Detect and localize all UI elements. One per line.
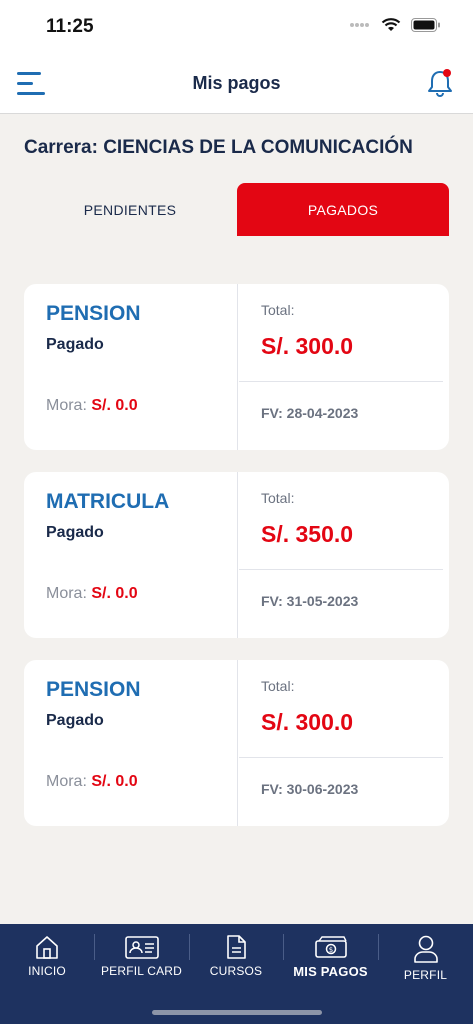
nav-item-perfil-card[interactable]: PERFIL CARD [94,924,189,994]
card-divider [239,381,443,382]
payment-type: PENSION [46,678,141,701]
mora-value: S/. 0.0 [91,773,138,790]
card-divider [239,757,443,758]
due-date: FV: 28-04-2023 [261,405,359,421]
mora-label: Mora: [46,397,87,414]
total-value: S/. 300.0 [261,709,354,735]
nav-item-perfil[interactable]: PERFIL [378,924,473,994]
battery-icon [411,18,440,32]
wifi-icon [381,18,401,31]
mora-label: Mora: [46,773,87,790]
total-label: Total: [261,678,295,694]
payment-card[interactable]: MATRICULA Pagado Mora: S/. 0.0 Total: S/… [24,472,449,638]
payment-status: Pagado [46,336,104,353]
payment-card-left: PENSION Pagado Mora: S/. 0.0 [24,660,238,826]
bell-icon [428,69,452,97]
signal-icon [350,23,369,27]
total-value: S/. 300.0 [261,333,354,359]
home-icon [36,936,58,959]
payment-tabs: PENDIENTES PAGADOS [24,183,449,236]
nav-label: MIS PAGOS [293,964,368,979]
nav-item-cursos[interactable]: CURSOS [189,924,283,994]
nav-label: CURSOS [209,964,263,978]
app-header: Mis pagos [0,56,473,114]
total-label: Total: [261,490,295,506]
nav-item-mis-pagos[interactable]: $ MIS PAGOS [283,924,378,994]
career-label: Carrera: CIENCIAS DE LA COMUNICACIÓN [24,137,413,158]
status-icons [349,18,441,32]
payment-type: PENSION [46,302,141,325]
payment-status: Pagado [46,712,104,729]
total-label: Total: [261,302,295,318]
nav-label: PERFIL [403,968,448,982]
payment-card[interactable]: PENSION Pagado Mora: S/. 0.0 Total: S/. … [24,660,449,826]
mora-label: Mora: [46,585,87,602]
total-value: S/. 350.0 [261,521,354,547]
id-card-icon [124,936,159,959]
notifications-button[interactable] [425,67,455,99]
nav-label: INICIO [28,964,66,978]
home-indicator [152,1010,322,1015]
status-bar: 11:25 [0,0,473,56]
bottom-nav: INICIO PERFIL CARD CURSOS $ MIS PAGOS PE… [0,924,473,1024]
user-icon [413,935,438,963]
mora-row: Mora: S/. 0.0 [46,773,138,791]
payment-status: Pagado [46,524,104,541]
mora-value: S/. 0.0 [91,397,138,414]
nav-label: PERFIL CARD [100,964,183,978]
tab-pagados[interactable]: PAGADOS [237,183,449,236]
mora-row: Mora: S/. 0.0 [46,585,138,603]
card-divider [239,569,443,570]
payment-type: MATRICULA [46,490,170,513]
payment-card-left: PENSION Pagado Mora: S/. 0.0 [24,284,238,450]
tab-pendientes[interactable]: PENDIENTES [24,183,236,236]
document-icon [227,935,246,959]
svg-text:$: $ [328,946,332,954]
due-date: FV: 30-06-2023 [261,781,359,797]
page-title: Mis pagos [192,73,281,93]
status-time: 11:25 [46,16,94,37]
due-date: FV: 31-05-2023 [261,593,359,609]
money-icon: $ [314,936,347,958]
payment-card-left: MATRICULA Pagado Mora: S/. 0.0 [24,472,238,638]
nav-item-inicio[interactable]: INICIO [0,924,94,994]
payment-card[interactable]: PENSION Pagado Mora: S/. 0.0 Total: S/. … [24,284,449,450]
mora-row: Mora: S/. 0.0 [46,397,138,415]
mora-value: S/. 0.0 [91,585,138,602]
